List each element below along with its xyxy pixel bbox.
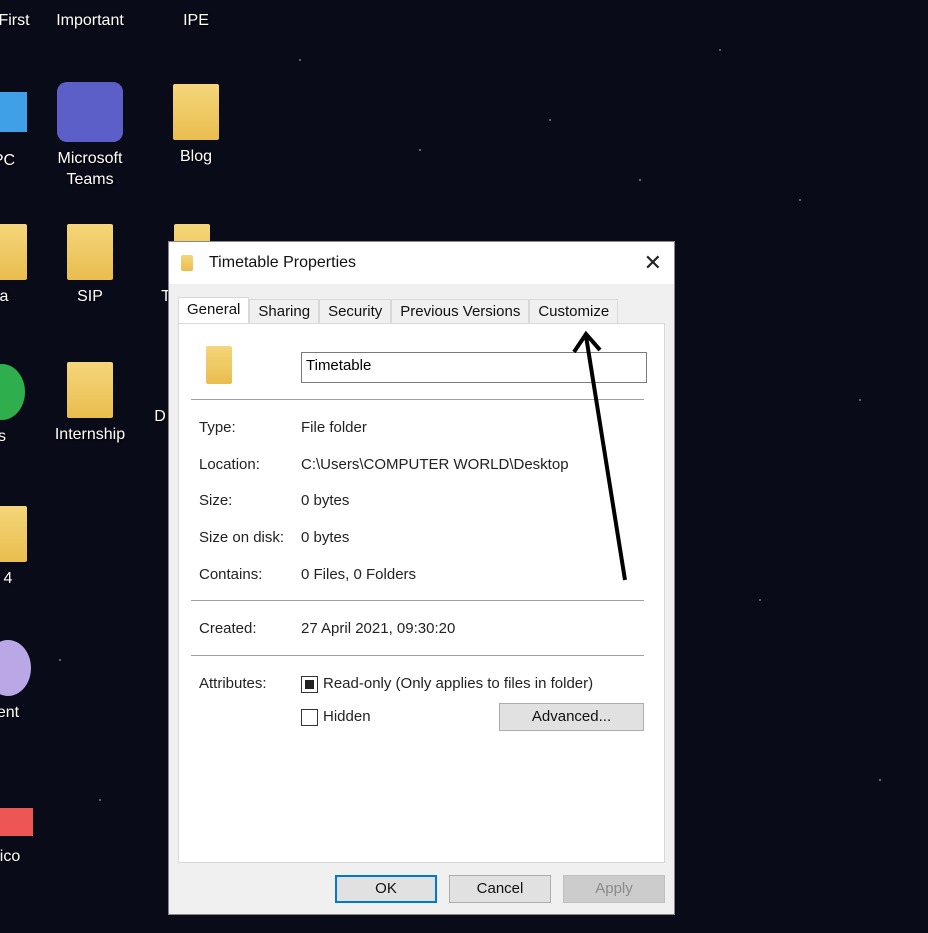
annotation-arrow bbox=[572, 330, 627, 581]
